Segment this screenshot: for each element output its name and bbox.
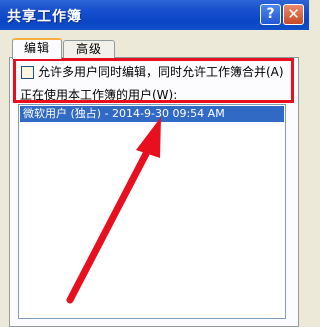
user-entry-text: 微软用户 (独占) - 2014-9-30 09:54 AM (23, 107, 225, 120)
tab-advanced[interactable]: 高级 (63, 40, 115, 58)
annotation-highlight-box (13, 58, 294, 103)
tab-advanced-label: 高级 (75, 42, 102, 56)
help-icon: ? (266, 6, 275, 22)
dialog-title: 共享工作簿 (7, 9, 82, 25)
tab-edit-label: 编辑 (23, 41, 50, 55)
help-button[interactable]: ? (260, 4, 281, 25)
share-workbook-dialog: 共享工作簿 ? ✕ 编辑 高级 允许多用户同时编辑，同时允许工作簿合并(A) 正… (0, 0, 309, 327)
users-listbox[interactable]: 微软用户 (独占) - 2014-9-30 09:54 AM (18, 104, 286, 319)
list-item[interactable]: 微软用户 (独占) - 2014-9-30 09:54 AM (20, 106, 284, 122)
title-bar[interactable]: 共享工作簿 ? ✕ (0, 0, 309, 30)
close-button[interactable]: ✕ (283, 4, 304, 25)
close-icon: ✕ (287, 5, 300, 23)
tab-edit[interactable]: 编辑 (12, 38, 62, 59)
